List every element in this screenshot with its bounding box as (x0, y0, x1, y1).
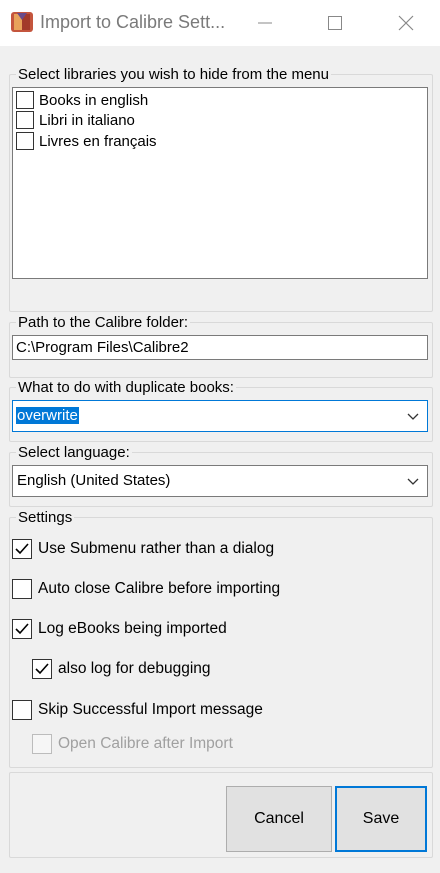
checkmark-icon (15, 623, 29, 635)
duplicates-group-label: What to do with duplicate books: (16, 379, 236, 397)
chevron-down-icon (407, 413, 419, 420)
use-submenu-label: Use Submenu rather than a dialog (38, 540, 275, 557)
log-debug-setting[interactable]: also log for debugging (32, 658, 211, 680)
minimize-icon (258, 22, 272, 24)
library-checkbox-italiano[interactable] (16, 111, 34, 129)
language-select[interactable]: English (United States) (12, 465, 428, 497)
save-button[interactable]: Save (335, 786, 427, 852)
calibre-path-input[interactable]: C:\Program Files\Calibre2 (12, 335, 428, 360)
open-after-setting: Open Calibre after Import (32, 733, 233, 755)
skip-message-setting[interactable]: Skip Successful Import message (12, 699, 263, 721)
library-label: Books in english (39, 91, 149, 109)
library-checkbox-english[interactable] (16, 91, 34, 109)
libraries-group-label: Select libraries you wish to hide from t… (16, 66, 331, 84)
auto-close-label: Auto close Calibre before importing (38, 580, 281, 597)
log-debug-label: also log for debugging (58, 660, 211, 677)
skip-message-checkbox[interactable] (12, 700, 32, 720)
list-item[interactable]: Libri in italiano (16, 110, 135, 130)
language-selected-value: English (United States) (17, 472, 171, 489)
list-item[interactable]: Livres en français (16, 131, 157, 151)
log-debug-checkbox[interactable] (32, 659, 52, 679)
settings-group-label: Settings (16, 509, 75, 527)
language-group-label: Select language: (16, 444, 132, 462)
checkmark-icon (35, 663, 49, 675)
skip-message-label: Skip Successful Import message (38, 701, 263, 718)
library-label: Livres en français (39, 132, 157, 150)
duplicates-select[interactable]: overwrite (12, 400, 428, 432)
maximize-button[interactable] (312, 0, 358, 46)
cancel-button[interactable]: Cancel (226, 786, 332, 852)
log-ebooks-checkbox[interactable] (12, 619, 32, 639)
auto-close-setting[interactable]: Auto close Calibre before importing (12, 578, 280, 600)
library-checkbox-francais[interactable] (16, 132, 34, 150)
auto-close-checkbox[interactable] (12, 579, 32, 599)
open-after-label: Open Calibre after Import (58, 735, 233, 752)
chevron-down-icon (407, 478, 419, 485)
log-ebooks-setting[interactable]: Log eBooks being imported (12, 618, 227, 640)
list-item[interactable]: Books in english (16, 90, 148, 110)
duplicates-selected-value: overwrite (16, 407, 79, 424)
libraries-list[interactable]: Books in english Libri in italiano Livre… (12, 87, 428, 279)
close-button[interactable] (383, 0, 429, 46)
open-after-checkbox (32, 734, 52, 754)
use-submenu-setting[interactable]: Use Submenu rather than a dialog (12, 538, 274, 560)
checkmark-icon (15, 543, 29, 555)
maximize-icon (328, 16, 342, 30)
minimize-button[interactable] (242, 0, 288, 46)
log-ebooks-label: Log eBooks being imported (38, 620, 227, 637)
title-bar: Import to Calibre Sett... (0, 0, 440, 46)
close-icon (398, 15, 414, 31)
calibre-app-icon (10, 10, 34, 34)
path-group-label: Path to the Calibre folder: (16, 314, 191, 332)
library-label: Libri in italiano (39, 111, 135, 129)
window-title: Import to Calibre Sett... (40, 12, 226, 32)
use-submenu-checkbox[interactable] (12, 539, 32, 559)
